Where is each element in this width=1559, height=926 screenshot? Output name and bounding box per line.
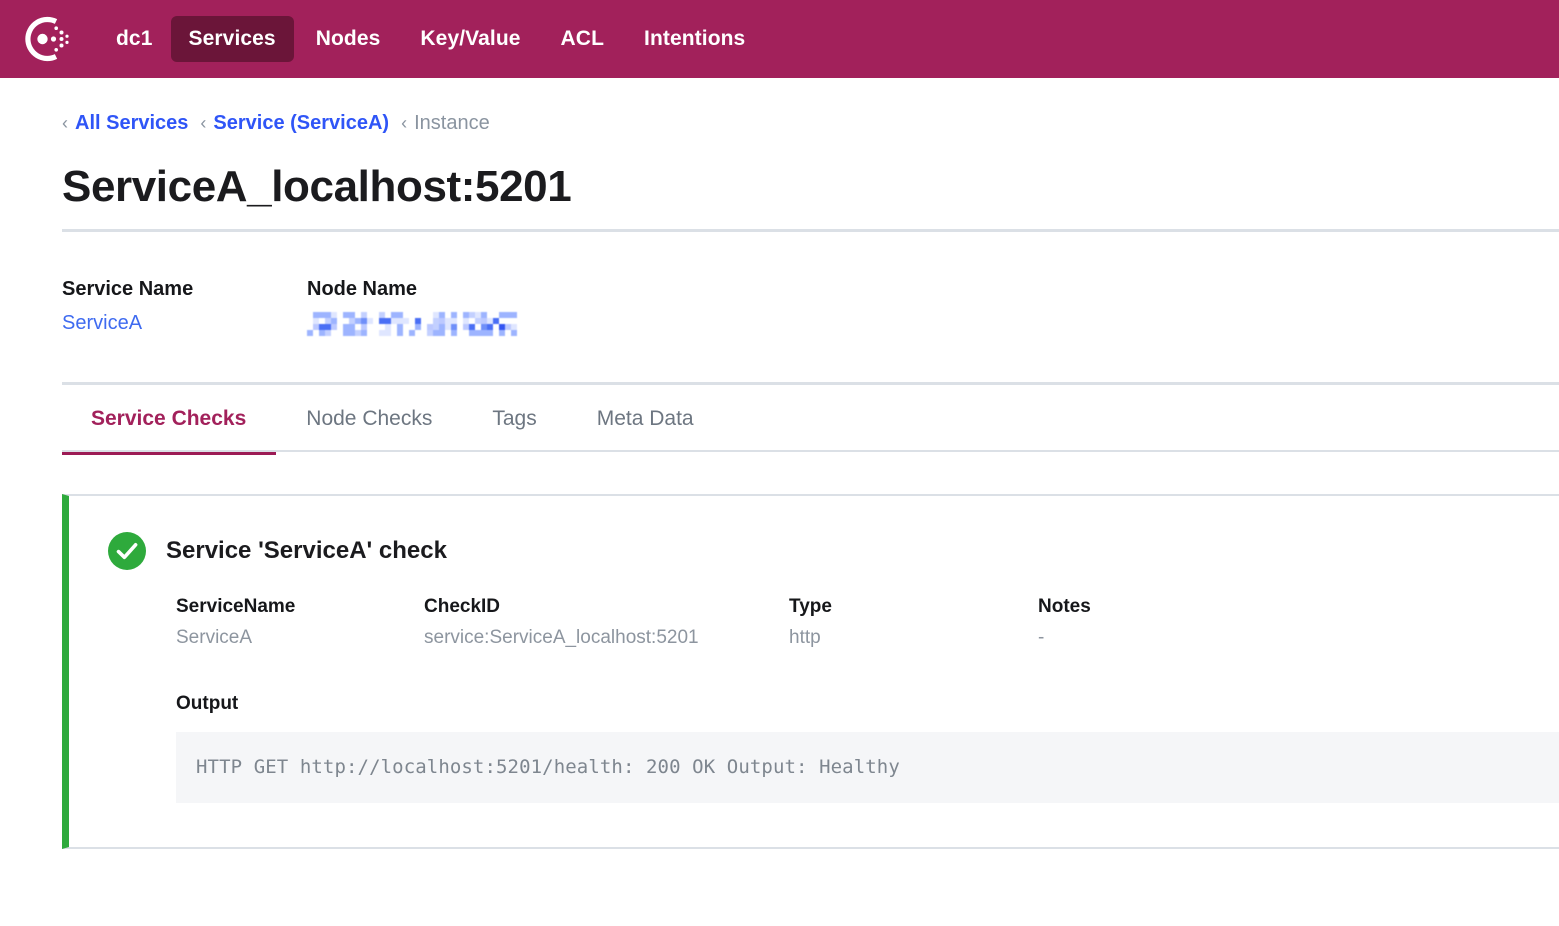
tab-node-checks[interactable]: Node Checks [276, 385, 462, 451]
title-divider [62, 229, 1559, 232]
breadcrumb-chevron-icon-2: ‹ [200, 113, 206, 134]
check-field-type-value: http [789, 627, 1038, 649]
check-field-servicename-value: ServiceA [176, 627, 424, 649]
instance-meta-row: Service Name ServiceA Node Name [62, 278, 1559, 336]
nav-item-acl[interactable]: ACL [543, 16, 622, 61]
breadcrumb-current-instance: Instance [414, 112, 490, 135]
tab-meta-data[interactable]: Meta Data [567, 385, 724, 451]
check-field-notes: Notes - [1038, 596, 1238, 649]
service-checks-list: Service 'ServiceA' check ServiceName Ser… [62, 494, 1559, 849]
check-field-checkid: CheckID service:ServiceA_localhost:5201 [424, 596, 789, 649]
nav-item-nodes[interactable]: Nodes [298, 16, 399, 61]
tab-service-checks[interactable]: Service Checks [62, 385, 276, 451]
check-field-checkid-value: service:ServiceA_localhost:5201 [424, 627, 789, 649]
consul-logo-icon[interactable] [18, 12, 72, 66]
nav-item-key-value[interactable]: Key/Value [402, 16, 538, 61]
breadcrumb-link-service[interactable]: Service (ServiceA) [213, 112, 389, 135]
meta-service-name-value[interactable]: ServiceA [62, 312, 307, 335]
breadcrumb-chevron-icon: ‹ [62, 113, 68, 134]
check-output-text: HTTP GET http://localhost:5201/health: 2… [196, 756, 1539, 778]
tabs-divider [62, 450, 1559, 452]
check-field-type-label: Type [789, 596, 1038, 618]
breadcrumb: ‹ All Services ‹ Service (ServiceA) ‹ In… [62, 78, 1559, 135]
nav-item-services[interactable]: Services [171, 16, 294, 61]
top-navigation-bar: dc1 Services Nodes Key/Value ACL Intenti… [0, 0, 1559, 78]
meta-node-name: Node Name [307, 278, 519, 336]
meta-service-name: Service Name ServiceA [62, 278, 307, 336]
nav-datacenter-selector[interactable]: dc1 [98, 16, 167, 61]
check-field-type: Type http [789, 596, 1038, 649]
breadcrumb-link-all-services[interactable]: All Services [75, 112, 188, 135]
meta-node-name-label: Node Name [307, 278, 519, 301]
check-fields: ServiceName ServiceA CheckID service:Ser… [69, 596, 1559, 649]
meta-node-name-value-redacted[interactable] [307, 312, 519, 336]
page-body: ‹ All Services ‹ Service (ServiceA) ‹ In… [0, 78, 1559, 849]
page-title: ServiceA_localhost:5201 [62, 163, 1559, 211]
breadcrumb-chevron-icon-3: ‹ [401, 113, 407, 134]
check-title: Service 'ServiceA' check [166, 537, 447, 565]
instance-tabs: Service Checks Node Checks Tags Meta Dat… [62, 385, 1559, 451]
check-field-servicename: ServiceName ServiceA [176, 596, 424, 649]
check-output-label: Output [69, 693, 1559, 715]
tab-tags[interactable]: Tags [462, 385, 566, 451]
meta-service-name-label: Service Name [62, 278, 307, 301]
check-output-box: HTTP GET http://localhost:5201/health: 2… [176, 732, 1559, 803]
check-field-checkid-label: CheckID [424, 596, 789, 618]
nav-item-intentions[interactable]: Intentions [626, 16, 763, 61]
check-field-notes-label: Notes [1038, 596, 1238, 618]
nav-items: dc1 Services Nodes Key/Value ACL Intenti… [98, 16, 763, 61]
check-card-header: Service 'ServiceA' check [69, 532, 1559, 570]
check-circle-icon [108, 532, 146, 570]
check-field-servicename-label: ServiceName [176, 596, 424, 618]
check-card: Service 'ServiceA' check ServiceName Ser… [62, 494, 1559, 849]
check-field-notes-value: - [1038, 627, 1238, 649]
